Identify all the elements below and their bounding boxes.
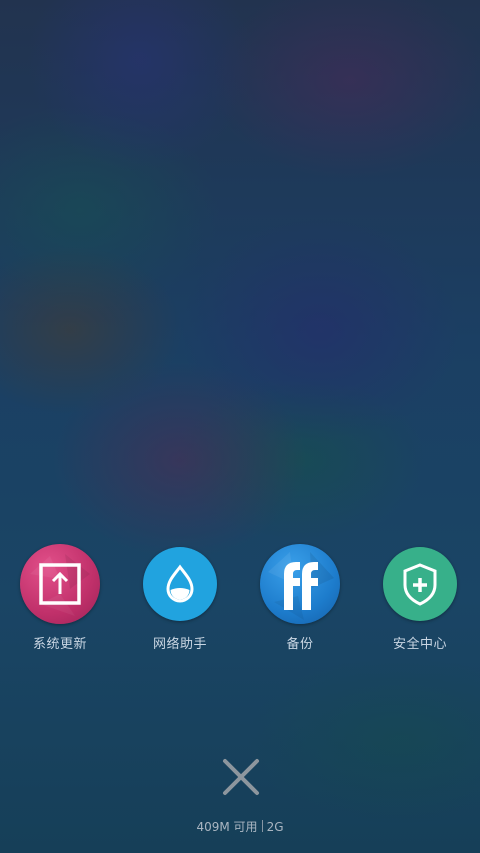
memory-available: 409M 可用 [196, 820, 258, 834]
security-center-label: 安全中心 [392, 637, 447, 652]
security-center-button[interactable]: 安全中心 [360, 544, 480, 652]
system-update-label: 系统更新 [32, 637, 87, 652]
backup-button[interactable]: 备份 [240, 544, 360, 652]
network-assistant-button[interactable]: 网络助手 [120, 544, 240, 652]
close-button[interactable] [218, 754, 264, 800]
water-drop-icon [143, 547, 217, 621]
memory-total: 2G [266, 820, 284, 834]
shortcut-row: 系统更新 网络助手 备份 安全中心 [0, 544, 480, 654]
shield-plus-icon [383, 547, 457, 621]
system-update-button[interactable]: 系统更新 [0, 544, 120, 652]
close-icon [223, 759, 259, 795]
memory-separator [261, 820, 263, 832]
memory-status: 409M 可用 2G [0, 818, 480, 835]
system-update-icon [20, 544, 100, 624]
network-assistant-label: 网络助手 [152, 637, 207, 652]
backup-ff-icon [260, 544, 340, 624]
backup-label: 备份 [286, 637, 314, 652]
